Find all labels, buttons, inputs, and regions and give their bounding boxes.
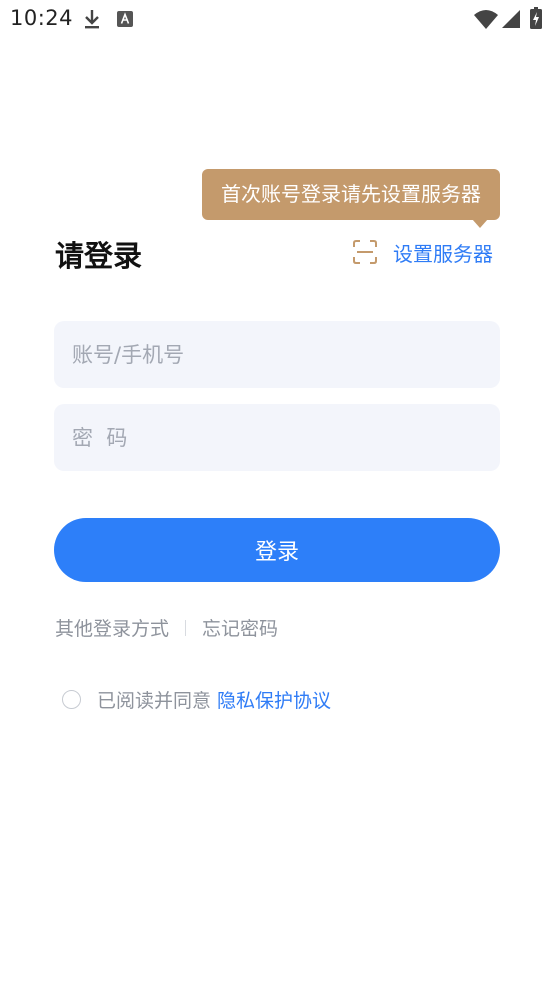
keyboard-a-icon: [117, 11, 133, 27]
password-input[interactable]: [70, 424, 500, 451]
account-field[interactable]: [54, 321, 500, 388]
agreement-row: 已阅读并同意 隐私保护协议: [62, 686, 331, 713]
signal-icon: [502, 10, 520, 28]
other-login-link[interactable]: 其他登录方式: [55, 614, 169, 641]
login-button[interactable]: 登录: [54, 518, 500, 582]
agree-checkbox[interactable]: [62, 690, 81, 709]
forgot-password-link[interactable]: 忘记密码: [202, 614, 278, 641]
download-icon: [85, 10, 99, 29]
status-time: 10:24: [10, 6, 74, 30]
status-bar: 10:24: [0, 0, 554, 40]
scan-icon: [353, 240, 377, 264]
login-options: 其他登录方式 忘记密码: [55, 614, 278, 641]
set-server-link[interactable]: 设置服务器: [352, 237, 493, 267]
agreement-text: 已阅读并同意: [97, 690, 212, 712]
set-server-label: 设置服务器: [393, 241, 493, 266]
account-input[interactable]: [70, 341, 500, 368]
divider: [185, 619, 187, 636]
privacy-policy-link[interactable]: 隐私保护协议: [217, 686, 331, 713]
password-field[interactable]: [54, 404, 500, 471]
server-setup-tooltip: 首次账号登录请先设置服务器: [202, 169, 500, 228]
battery-charging-icon: [530, 7, 542, 29]
wifi-icon: [474, 10, 498, 29]
page-title: 请登录: [55, 239, 143, 273]
